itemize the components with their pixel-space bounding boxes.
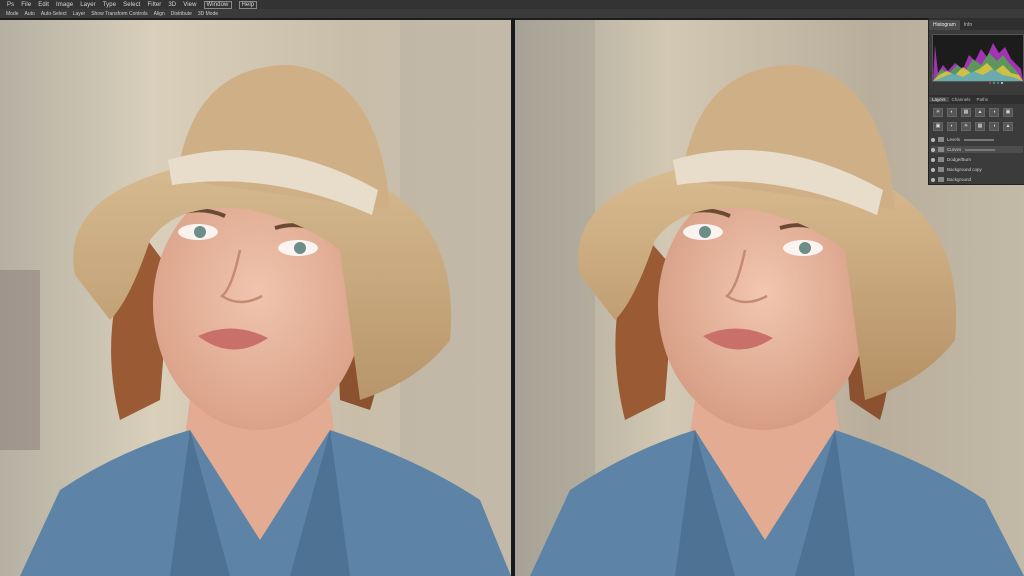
- tab-paths[interactable]: Paths: [974, 97, 992, 102]
- visibility-eye-icon[interactable]: [931, 167, 935, 172]
- menu-item-image[interactable]: Image: [56, 2, 73, 8]
- layers-subtabs: Layers Channels Paths: [929, 95, 1024, 104]
- visibility-eye-icon[interactable]: [931, 177, 935, 182]
- exposure-icon[interactable]: ▲: [975, 108, 985, 117]
- adjustment-icons-row-1: ☀ ◐ ▦ ▲ ◑ ▣: [933, 108, 1017, 117]
- options-bar: Mode Auto Auto-Select Layer Show Transfo…: [0, 9, 1024, 18]
- layer-thumbnail: [938, 137, 944, 142]
- channel-mixer-icon[interactable]: ▦: [975, 122, 985, 131]
- menu-item-ps[interactable]: Ps: [7, 2, 14, 8]
- photo-filter-icon[interactable]: ☀: [961, 122, 971, 131]
- layer-thumbnail: [938, 157, 944, 162]
- hue-icon[interactable]: ▣: [1003, 108, 1013, 117]
- layer-name: Levels: [947, 137, 961, 142]
- tab-info[interactable]: Info: [960, 20, 976, 30]
- layer-thumbnail: [938, 177, 944, 182]
- menu-item-3d[interactable]: 3D: [168, 2, 176, 8]
- layer-thumbnail: [938, 147, 944, 152]
- tab-histogram[interactable]: Histogram: [929, 20, 960, 30]
- option-auto-select[interactable]: Auto-Select: [41, 11, 67, 17]
- menu-item-window[interactable]: Window: [203, 0, 232, 9]
- layer-row[interactable]: Levels: [931, 136, 1023, 143]
- visibility-eye-icon[interactable]: [931, 147, 935, 152]
- levels-icon[interactable]: ◐: [947, 108, 957, 117]
- layer-name: Curves: [947, 147, 962, 152]
- vibrance-icon[interactable]: ◑: [989, 108, 999, 117]
- option-3d-mode[interactable]: 3D Mode: [198, 11, 218, 17]
- menu-item-layer[interactable]: Layer: [80, 2, 96, 8]
- layer-opacity-bar: [965, 148, 996, 151]
- option-distribute[interactable]: Distribute: [171, 11, 192, 17]
- option-transform-controls[interactable]: Show Transform Controls: [91, 11, 147, 17]
- bw-icon[interactable]: ◐: [947, 122, 957, 131]
- iris-right: [294, 242, 306, 254]
- menu-item-file[interactable]: File: [21, 2, 31, 8]
- option-auto[interactable]: Auto: [25, 11, 35, 17]
- option-layer[interactable]: Layer: [73, 11, 86, 17]
- menu-item-type[interactable]: Type: [103, 2, 116, 8]
- layer-name: Dodge/Burn: [947, 157, 972, 162]
- menu-item-view[interactable]: View: [183, 2, 196, 8]
- tab-channels[interactable]: Channels: [949, 97, 974, 102]
- menu-bar: Ps File Edit Image Layer Type Select Fil…: [0, 0, 1024, 9]
- layer-name: Background: [947, 177, 972, 182]
- iris-left: [699, 226, 711, 238]
- gradient-map-icon[interactable]: ▲: [1003, 122, 1013, 131]
- iris-right: [799, 242, 811, 254]
- brightness-icon[interactable]: ☀: [933, 108, 943, 117]
- menu-item-filter[interactable]: Filter: [147, 2, 161, 8]
- layer-name: Background copy: [947, 167, 982, 172]
- visibility-eye-icon[interactable]: [931, 157, 935, 162]
- histogram-layers-panel: Histogram Info Layers Channels Paths ☀ ◐…: [928, 18, 1024, 185]
- layer-thumbnail: [938, 167, 944, 172]
- histogram-channel-dots: [989, 82, 1005, 84]
- color-balance-icon[interactable]: ▣: [933, 122, 943, 131]
- menu-item-help[interactable]: Help: [238, 0, 258, 9]
- invert-icon[interactable]: ◑: [989, 122, 999, 131]
- iris-left: [194, 226, 206, 238]
- background-car: [0, 270, 40, 450]
- menu-item-edit[interactable]: Edit: [38, 2, 49, 8]
- option-mode[interactable]: Mode: [6, 11, 19, 17]
- adjustment-icons-row-2: ▣ ◐ ☀ ▦ ◑ ▲: [933, 122, 1017, 131]
- tab-layers[interactable]: Layers: [929, 97, 949, 102]
- menu-item-select[interactable]: Select: [123, 2, 140, 8]
- layer-row[interactable]: Dodge/Burn: [931, 156, 1023, 163]
- curves-icon[interactable]: ▦: [961, 108, 971, 117]
- layer-row[interactable]: Background: [931, 176, 1023, 183]
- option-align[interactable]: Align: [154, 11, 165, 17]
- layer-row[interactable]: Background copy: [931, 166, 1023, 173]
- layer-row[interactable]: Curves: [931, 146, 1023, 153]
- histogram-graph: [932, 34, 1024, 82]
- visibility-eye-icon[interactable]: [931, 137, 935, 142]
- layer-opacity-bar: [964, 138, 995, 141]
- canvas-before[interactable]: [0, 20, 511, 576]
- panel-tabs: Histogram Info: [929, 18, 1024, 30]
